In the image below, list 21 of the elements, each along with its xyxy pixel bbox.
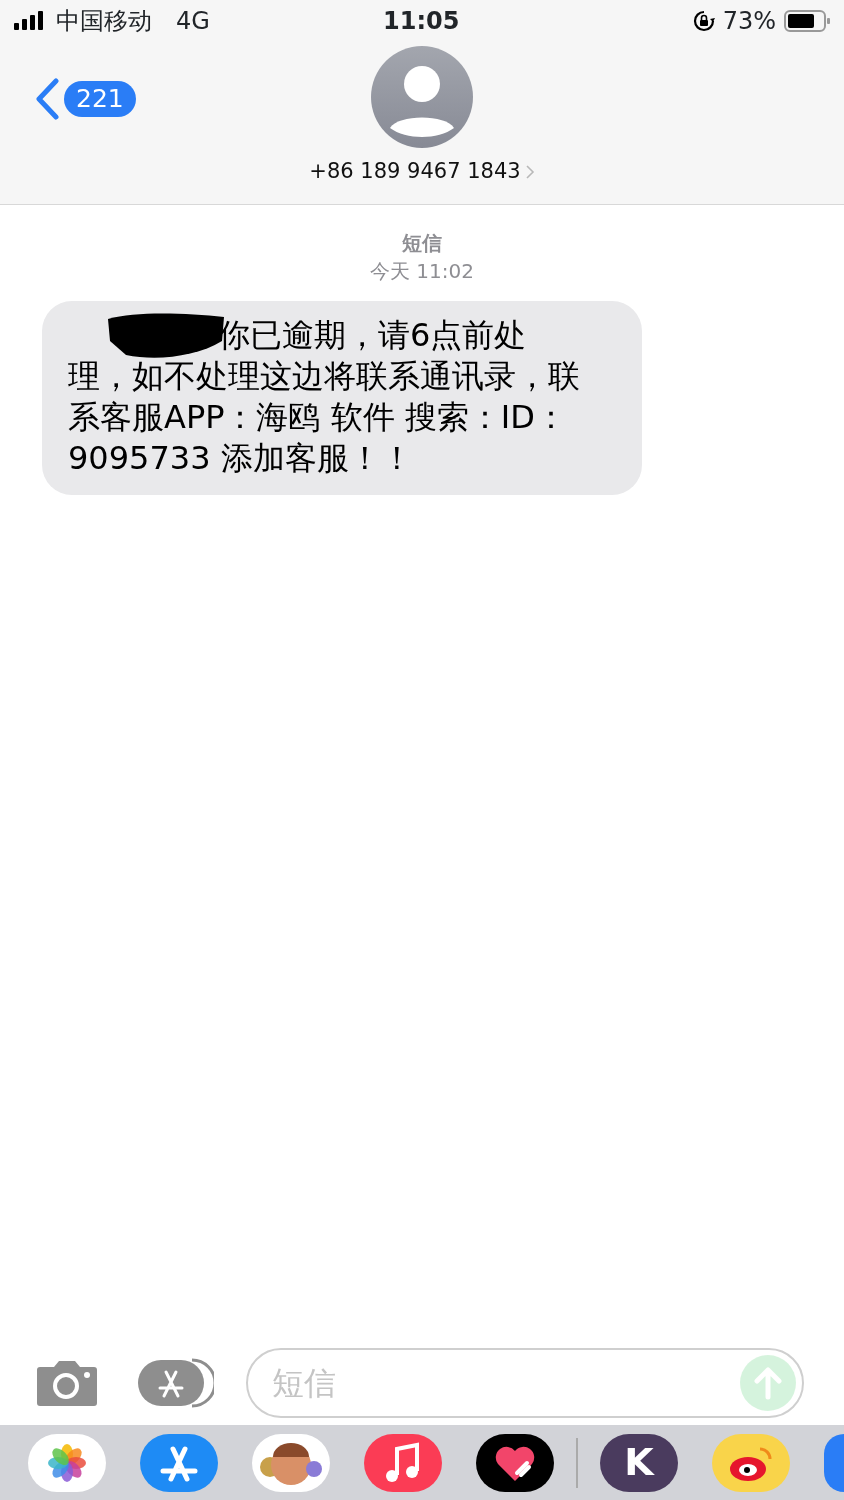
back-chevron-icon[interactable] (34, 78, 60, 120)
app-store-icon[interactable] (140, 1433, 218, 1492)
letter-app-icon[interactable]: K (600, 1433, 678, 1492)
chevron-icon[interactable] (524, 163, 535, 180)
heart-app-icon[interactable] (476, 1433, 554, 1492)
message-input[interactable]: 短信 (246, 1347, 804, 1418)
battery-percent: 73% (722, 6, 776, 37)
apps-button[interactable] (138, 1357, 214, 1408)
battery-icon (784, 10, 830, 32)
contact-name[interactable]: +86 189 9467 1843 (309, 156, 535, 188)
message-text: 你已逾期，请6点前处理，如不处理这边将联系通讯录，联系客服APP：海鸥 软件 搜索：ID：9095733 添加客服！！ (68, 315, 581, 479)
service-label: 短信 (401, 230, 443, 257)
message-timestamp: 今天 11:02 (369, 258, 475, 285)
carrier-name: 中国移动 (56, 6, 152, 37)
camera-button[interactable] (36, 1358, 98, 1407)
clock-time: 11:05 (383, 6, 460, 37)
rotation-lock-icon (692, 10, 715, 32)
network-type: 4G (176, 6, 210, 37)
music-app-icon[interactable] (364, 1433, 442, 1492)
weibo-app-icon[interactable] (712, 1433, 790, 1492)
avatar-icon (371, 46, 473, 148)
